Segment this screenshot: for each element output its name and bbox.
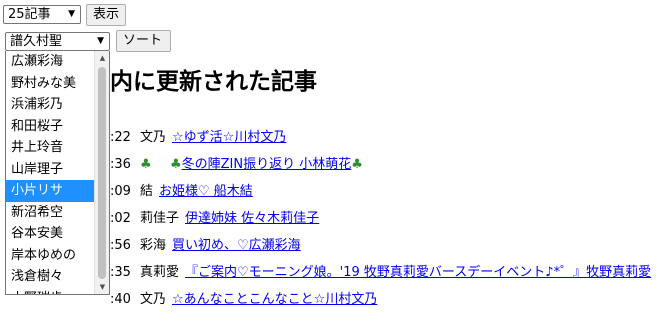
article-link[interactable]: 買い初め、♡広瀬彩海	[172, 238, 301, 253]
article-time: :02	[110, 211, 131, 226]
article-time: :09	[110, 184, 131, 199]
article-author: 莉佳子	[140, 211, 180, 226]
chevron-down-icon: ▼	[68, 9, 75, 19]
clover-icon: ♣	[170, 157, 182, 172]
article-link[interactable]: お姫様♡ 船木結	[159, 184, 253, 199]
article-link[interactable]: 『ご案内♡モーニング娘。'19 牧野真莉愛バースデーイベント♪*゜』牧野真莉愛	[185, 265, 651, 280]
clover-icon: ♣	[140, 157, 152, 172]
article-author: 結	[140, 184, 154, 199]
article-row: :09 結お姫様♡ 船木結	[110, 181, 665, 208]
dropdown-scrollbar[interactable]: ▲ ▼	[94, 51, 109, 294]
article-author: 文乃	[140, 130, 167, 145]
article-author: 真莉愛	[140, 265, 180, 280]
article-row: :02 莉佳子 伊達姉妹 佐々木莉佳子	[110, 208, 665, 235]
clover-icon: ♣	[351, 157, 363, 172]
chevron-down-icon: ▼	[97, 36, 104, 46]
article-row: :36 ♣ ♣冬の陣ZIN振り返り 小林萌花♣	[110, 154, 665, 181]
article-author: 彩海	[140, 238, 167, 253]
article-row: :40 文乃 ☆あんなことこんなこと☆川村文乃	[110, 289, 665, 316]
article-time: :22	[110, 130, 131, 145]
article-link[interactable]: ☆ゆず活☆川村文乃	[172, 130, 286, 145]
article-count-select[interactable]: 25記事 ▼	[3, 5, 81, 24]
article-link[interactable]: 伊達姉妹 佐々木莉佳子	[185, 211, 319, 226]
member-dropdown-list[interactable]: 広瀬彩海 野村みな美 浜浦彩乃 和田桜子 井上玲音 山岸理子 小片リサ 新沼希空 谷本安美 岸本ゆ…	[5, 51, 110, 295]
article-time: :56	[110, 238, 131, 253]
article-row: :22 文乃 ☆ゆず活☆川村文乃	[110, 127, 665, 154]
article-row: :56 彩海 買い初め、♡広瀬彩海	[110, 235, 665, 262]
article-time: :40	[110, 292, 131, 307]
article-time: :35	[110, 265, 131, 280]
show-button[interactable]: 表示	[86, 4, 126, 26]
scrollbar-thumb[interactable]	[98, 67, 106, 279]
scroll-down-arrow-icon[interactable]: ▼	[95, 280, 109, 294]
article-row: :35 真莉愛 『ご案内♡モーニング娘。'19 牧野真莉愛バースデーイベント♪*゜』…	[110, 262, 665, 289]
article-author: 文乃	[140, 292, 167, 307]
scroll-up-arrow-icon[interactable]: ▲	[95, 51, 109, 65]
member-select-value: 譜久村聖	[10, 34, 63, 49]
article-list: :22 文乃 ☆ゆず活☆川村文乃:36 ♣ ♣冬の陣ZIN振り返り 小林萌花♣:09 結お…	[110, 127, 665, 316]
page-heading: 内に更新された記事	[110, 69, 317, 95]
article-link[interactable]: ☆あんなことこんなこと☆川村文乃	[172, 292, 377, 307]
sort-button[interactable]: ソート	[116, 30, 171, 52]
member-select[interactable]: 譜久村聖 ▼	[5, 32, 110, 51]
article-time: :36	[110, 157, 131, 172]
article-count-value: 25記事	[8, 7, 51, 22]
article-link[interactable]: 冬の陣ZIN振り返り 小林萌花	[182, 157, 352, 172]
